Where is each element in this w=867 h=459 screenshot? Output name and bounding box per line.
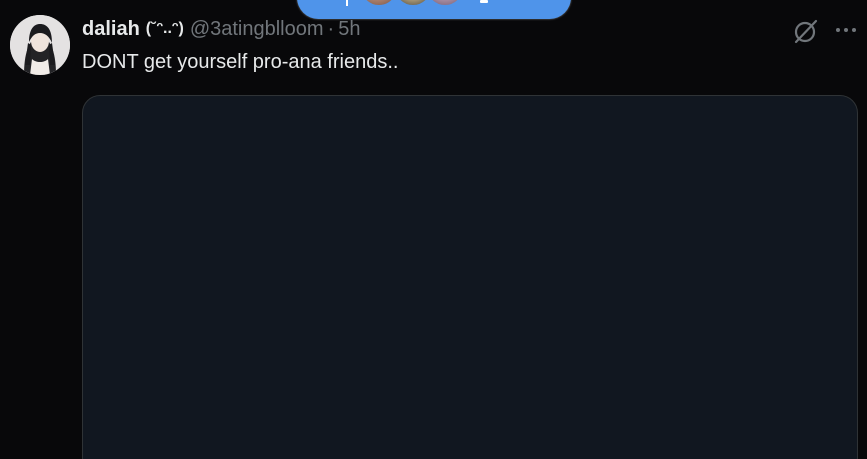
post-header: daliah (˘ᵔ..ᵔ) @3atingblloom · 5h bbox=[82, 14, 360, 44]
post-media[interactable] bbox=[82, 95, 858, 459]
grok-icon[interactable] bbox=[792, 17, 820, 45]
post-text: DONT get yourself pro-ana friends.. bbox=[82, 51, 399, 73]
author-name-decoration: (˘ᵔ..ᵔ) bbox=[145, 20, 184, 37]
author-avatar-image bbox=[10, 15, 70, 75]
arrow-up-icon bbox=[346, 0, 348, 6]
author-display-name[interactable]: daliah bbox=[82, 14, 140, 44]
timeline-page: daliah (˘ᵔ..ᵔ) @3atingblloom · 5h DONT g… bbox=[0, 0, 867, 459]
header-separator: · bbox=[327, 18, 335, 40]
more-options-icon[interactable] bbox=[833, 17, 861, 45]
author-handle[interactable]: @3atingblloom bbox=[190, 14, 324, 44]
author-avatar[interactable] bbox=[10, 15, 70, 75]
new-post-avatar bbox=[359, 0, 399, 7]
pill-label-fragment bbox=[480, 0, 488, 3]
new-post-avatar bbox=[425, 0, 465, 7]
post-timestamp[interactable]: 5h bbox=[338, 14, 360, 44]
new-post-avatar bbox=[393, 0, 433, 7]
